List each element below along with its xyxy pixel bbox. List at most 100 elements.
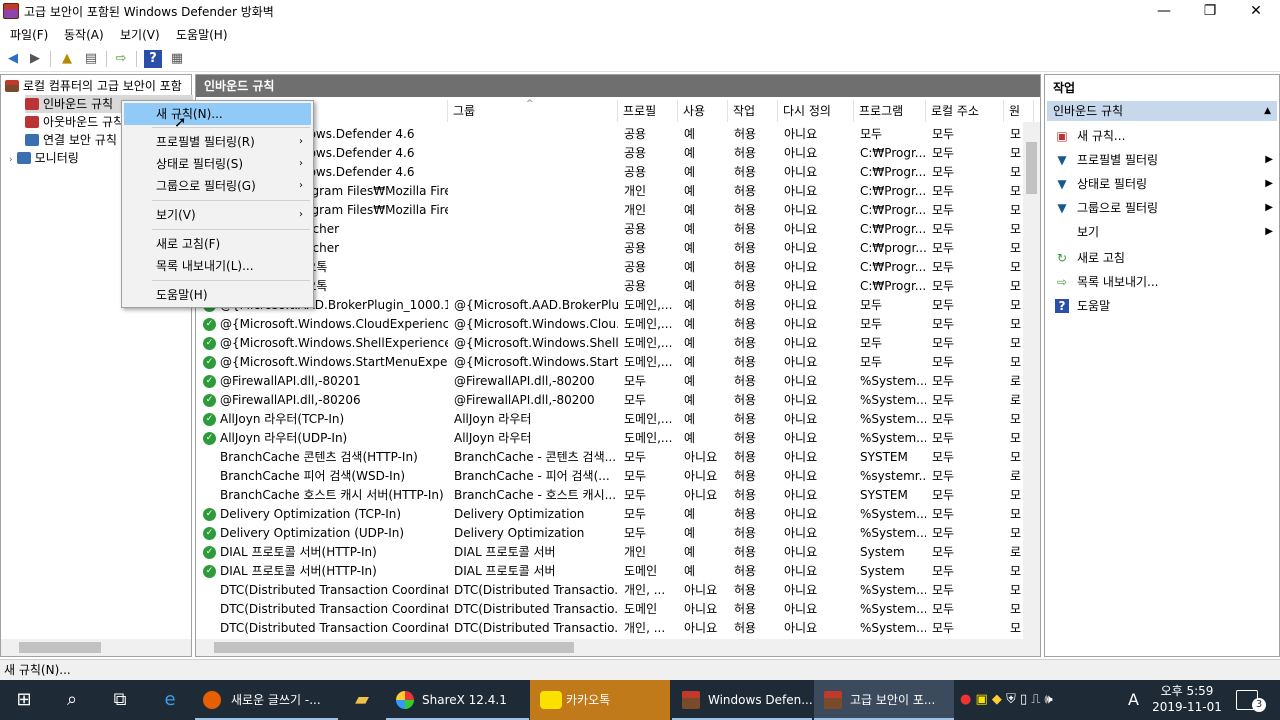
show-hide-tree-icon[interactable]: ▤ bbox=[82, 50, 100, 68]
column-local-address[interactable]: 로컬 주소 bbox=[926, 100, 1004, 122]
ctx-new-rule[interactable]: 새 규칙(N)... bbox=[124, 103, 311, 125]
taskbar-app-kakaotalk[interactable]: 카카오톡 bbox=[530, 680, 670, 720]
forward-icon[interactable]: ▶ bbox=[26, 50, 44, 68]
menu-action[interactable]: 동작(A) bbox=[64, 26, 104, 43]
tree-item-outbound[interactable]: 아웃바운드 규칙 bbox=[25, 113, 124, 131]
close-button[interactable]: ✕ bbox=[1233, 0, 1279, 22]
cell-program: %System... bbox=[860, 621, 926, 635]
table-row[interactable]: ✓KakaoTalk 카카오톡공용예허용아니요C:₩Progr...모두모 bbox=[196, 277, 1022, 296]
collapse-icon[interactable]: ▲ bbox=[1264, 101, 1271, 121]
export-list-icon[interactable]: ⇨ bbox=[112, 50, 130, 68]
submenu-arrow-icon: ▶ bbox=[1265, 178, 1273, 189]
cell-group: @{Microsoft.AAD.BrokerPlu... bbox=[454, 298, 618, 312]
action-filter-group[interactable]: ▼ 그룹으로 필터링 ▶ bbox=[1047, 197, 1277, 219]
expand-chevron-icon[interactable]: › bbox=[9, 155, 13, 165]
list-vertical-scrollbar[interactable] bbox=[1023, 122, 1040, 642]
table-row[interactable]: ✓ @{Microsoft.Windows.CloudExperience... @… bbox=[196, 315, 1022, 334]
tree-item-connection-security[interactable]: 연결 보안 규칙 bbox=[25, 131, 117, 149]
start-button-icon[interactable]: ⊞ bbox=[0, 680, 48, 720]
edge-browser-icon[interactable]: e bbox=[146, 680, 194, 720]
ctx-view[interactable]: 보기(V) › bbox=[124, 204, 311, 226]
help-icon[interactable]: ? bbox=[144, 50, 162, 68]
table-row[interactable]: DTC(Distributed Transaction Coordinato..… bbox=[196, 581, 1022, 600]
table-row[interactable]: BranchCache 콘텐츠 검색(HTTP-In) BranchCache -… bbox=[196, 448, 1022, 467]
minimize-button[interactable]: — bbox=[1141, 0, 1187, 22]
enabled-check-icon: ✓ bbox=[203, 375, 216, 388]
column-enabled[interactable]: 사용 bbox=[678, 100, 728, 122]
export-icon: ⇨ bbox=[1056, 275, 1068, 289]
tree-horizontal-scrollbar[interactable] bbox=[1, 639, 191, 656]
column-override[interactable]: 다시 정의 bbox=[778, 100, 854, 122]
action-filter-profile[interactable]: ▼ 프로필별 필터링 ▶ bbox=[1047, 149, 1277, 171]
tree-item-label: 인바운드 규칙 bbox=[43, 97, 114, 111]
system-tray-icons[interactable]: ● ▣ ◆ ⛨ ▯ ⎍ 🕪 bbox=[960, 680, 1053, 720]
column-action[interactable]: 작업 bbox=[728, 100, 778, 122]
taskbar-app-sharex[interactable]: ShareX 12.4.1 bbox=[386, 680, 529, 720]
cell-program: 모두 bbox=[860, 127, 883, 141]
action-export-list[interactable]: ⇨ 목록 내보내기... bbox=[1047, 271, 1277, 293]
show-action-pane-icon[interactable]: ▦ bbox=[168, 50, 186, 68]
action-view[interactable]: 보기 ▶ bbox=[1047, 221, 1277, 243]
table-row[interactable]: ✓ DIAL 프로토콜 서버(HTTP-In) DIAL 프로토콜 서버 개인 예 허용 아… bbox=[196, 543, 1022, 562]
table-row[interactable]: ✓ Delivery Optimization (UDP-In) Delivery … bbox=[196, 524, 1022, 543]
table-row[interactable]: ✓ @FirewallAPI.dll,-80201 @FirewallAPI.dll… bbox=[196, 372, 1022, 391]
up-folder-icon[interactable]: ▲ bbox=[58, 50, 76, 68]
table-row[interactable]: ✓Microsoft.Windows.Defender 4.6공용예허용아니요모… bbox=[196, 125, 1022, 144]
ctx-help[interactable]: 도움말(H) bbox=[124, 284, 311, 306]
taskbar-app-advanced-security[interactable]: 고급 보안이 포... bbox=[814, 680, 954, 720]
restore-button[interactable]: ❐ bbox=[1187, 0, 1233, 22]
taskbar-app-windows-defender[interactable]: Windows Defen... bbox=[672, 680, 813, 720]
menu-help[interactable]: 도움말(H) bbox=[176, 26, 228, 43]
table-row[interactable]: ✓KakaoTalk Launcher공용예허용아니요C:₩Progr...모두… bbox=[196, 220, 1022, 239]
action-filter-state[interactable]: ▼ 상태로 필터링 ▶ bbox=[1047, 173, 1277, 195]
table-row[interactable]: ✓ DIAL 프로토콜 서버(HTTP-In) DIAL 프로토콜 서버 도메인 예 허용… bbox=[196, 562, 1022, 581]
table-row[interactable]: ✓KakaoTalk 카카오톡공용예허용아니요C:₩Progr...모두모 bbox=[196, 258, 1022, 277]
table-row[interactable]: DTC(Distributed Transaction Coordinato..… bbox=[196, 619, 1022, 638]
table-row[interactable]: BranchCache 호스트 캐시 서버(HTTP-In) BranchCach… bbox=[196, 486, 1022, 505]
table-row[interactable]: ✓KakaoTalk Launcher공용예허용아니요C:₩progr...모두… bbox=[196, 239, 1022, 258]
table-row[interactable]: ✓ AllJoyn 라우터(UDP-In) AllJoyn 라우터 도메인,... 예 허… bbox=[196, 429, 1022, 448]
actions-section-inbound[interactable]: 인바운드 규칙 ▲ bbox=[1047, 101, 1277, 121]
table-row[interactable]: ✓@{Microsoft.AAD.BrokerPlugin_1000.18...… bbox=[196, 296, 1022, 315]
cell-profile: 개인 bbox=[624, 545, 647, 559]
file-explorer-icon[interactable]: ▰ bbox=[338, 680, 386, 720]
menu-view[interactable]: 보기(V) bbox=[120, 26, 160, 43]
table-row[interactable]: ✓Firefox (C:₩Program Files₩Mozilla Firef… bbox=[196, 201, 1022, 220]
column-program[interactable]: 프로그램 bbox=[854, 100, 926, 122]
tree-item-monitoring[interactable]: › 모니터링 bbox=[9, 149, 79, 167]
table-row[interactable]: ✓Firefox (C:₩Program Files₩Mozilla Firef… bbox=[196, 182, 1022, 201]
menu-file[interactable]: 파일(F) bbox=[10, 26, 48, 43]
list-horizontal-scrollbar[interactable] bbox=[196, 639, 1040, 656]
column-remote[interactable]: 원 bbox=[1004, 100, 1034, 122]
table-row[interactable]: ✓Microsoft.Windows.Defender 4.6공용예허용아니요C… bbox=[196, 144, 1022, 163]
clock[interactable]: 오후 5:59 2019-11-01 bbox=[1150, 683, 1224, 715]
cell-enabled: 아니요 bbox=[684, 583, 718, 597]
table-row[interactable]: DTC(Distributed Transaction Coordinato..… bbox=[196, 600, 1022, 619]
tree-root[interactable]: 로컬 컴퓨터의 고급 보안이 포함 bbox=[5, 77, 182, 95]
ime-indicator[interactable]: A bbox=[1128, 680, 1139, 720]
cell-program: C:₩Progr... bbox=[860, 165, 926, 179]
search-icon[interactable]: ⌕ bbox=[48, 680, 96, 720]
table-row[interactable]: ✓ AllJoyn 라우터(TCP-In) AllJoyn 라우터 도메인,... 예 허… bbox=[196, 410, 1022, 429]
table-row[interactable]: ✓ Delivery Optimization (TCP-In) Delivery … bbox=[196, 505, 1022, 524]
cell-override: 아니요 bbox=[784, 146, 818, 160]
ctx-refresh[interactable]: 새로 고침(F) bbox=[124, 233, 311, 255]
ctx-filter-profile[interactable]: 프로필별 필터링(R) › bbox=[124, 131, 311, 153]
rules-list-pane: 인바운드 규칙 이름 그룹 프로필 사용 작업 다시 정의 프로그램 로컬 주소… bbox=[195, 74, 1041, 657]
task-view-icon[interactable]: ⧉ bbox=[96, 680, 144, 720]
table-row[interactable]: ✓ @{Microsoft.Windows.StartMenuExperie...… bbox=[196, 353, 1022, 372]
taskbar-app-firefox[interactable]: 새로운 글쓰기 -... bbox=[195, 680, 338, 720]
ctx-filter-state[interactable]: 상태로 필터링(S) › bbox=[124, 153, 311, 175]
table-row[interactable]: BranchCache 피어 검색(WSD-In) BranchCache - 피… bbox=[196, 467, 1022, 486]
ctx-export-list[interactable]: 목록 내보내기(L)... bbox=[124, 255, 311, 277]
table-row[interactable]: ✓Microsoft.Windows.Defender 4.6공용예허용아니요C… bbox=[196, 163, 1022, 182]
table-row[interactable]: ✓ @{Microsoft.Windows.ShellExperienceH...… bbox=[196, 334, 1022, 353]
action-refresh[interactable]: ↻ 새로 고침 bbox=[1047, 247, 1277, 269]
action-help[interactable]: ? 도움말 bbox=[1047, 295, 1277, 317]
submenu-arrow-icon: › bbox=[299, 136, 303, 147]
column-profile[interactable]: 프로필 bbox=[618, 100, 678, 122]
action-new-rule[interactable]: ▣ 새 규칙... bbox=[1047, 125, 1277, 147]
back-icon[interactable]: ◀ bbox=[4, 50, 22, 68]
table-row[interactable]: ✓ @FirewallAPI.dll,-80206 @FirewallAPI.dll… bbox=[196, 391, 1022, 410]
ctx-filter-group[interactable]: 그룹으로 필터링(G) › bbox=[124, 175, 311, 197]
